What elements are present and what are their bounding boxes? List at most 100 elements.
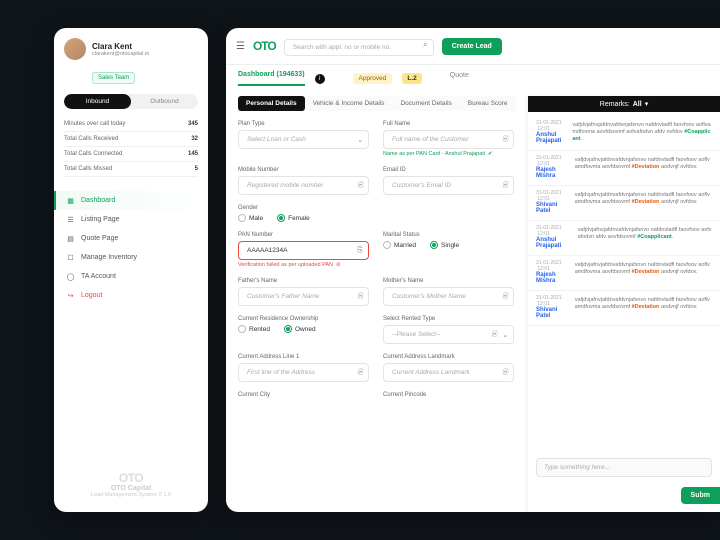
remark-item: 31-01-2021 12:01Rajesh Mishravafjdvjafnv… (528, 151, 720, 186)
pan-error: Verification failed as per uploaded PAN⊘ (238, 262, 369, 268)
error-icon: ⊘ (336, 262, 341, 268)
logo: OTO (253, 39, 276, 53)
father-input[interactable]: Customer's Father Name⎘ (238, 287, 369, 306)
user-profile[interactable]: Clara Kent clarakent@otocapital.in (54, 38, 208, 66)
subtabs: Personal Details Vehicle & Income Detail… (238, 96, 518, 111)
list-icon: ☰ (66, 215, 75, 224)
mother-label: Mother's Name (383, 278, 514, 284)
bookmark-icon: ⎘ (357, 369, 363, 377)
stat-row: Total Calls Received32 (64, 132, 198, 147)
radio-male[interactable]: Male (238, 214, 263, 222)
pan-input[interactable]: AAAAA1234A⎘ (238, 241, 369, 260)
addr1-label: Current Address Line 1 (238, 354, 369, 360)
fullname-label: Full Name (383, 121, 514, 127)
residence-label: Current Residence Ownership (238, 316, 369, 322)
status-approved: Approved (353, 73, 393, 84)
toggle-outbound[interactable]: Outbound (131, 94, 198, 109)
gender-label: Gender (238, 205, 369, 211)
tab-quote[interactable]: Quote (450, 72, 469, 85)
search-icon[interactable]: ⌕ (423, 40, 427, 50)
chevron-down-icon: ⌄ (502, 331, 508, 339)
info-icon[interactable]: i (315, 74, 325, 84)
renttype-select[interactable]: --Please Select--⌄⎘ (383, 325, 514, 344)
remarks-panel: Remarks: All ▾ 31-01-2021 12:01Anshul Pr… (528, 96, 720, 512)
plan-type-select[interactable]: Select Loan or Cash⌄ (238, 130, 369, 149)
subtab-bureau[interactable]: Bureau Score (460, 96, 516, 111)
chevron-down-icon: ⌄ (357, 136, 363, 144)
radio-married[interactable]: Married (383, 241, 416, 249)
stats-list: Minutes over call today345 Total Calls R… (54, 117, 208, 185)
subtab-document[interactable]: Document Details (392, 96, 459, 111)
chevron-down-icon: ▾ (645, 100, 649, 108)
tab-dashboard[interactable]: Dashboard (194633) (238, 71, 305, 86)
toggle-inbound[interactable]: Inbound (64, 94, 131, 109)
plan-type-label: Plan Type (238, 121, 369, 127)
landmark-input[interactable]: Current Address Landmark⎘ (383, 363, 514, 382)
stat-row: Total Calls Connected145 (64, 147, 198, 162)
fullname-input[interactable]: Full name of the Customer⎘ (383, 130, 514, 149)
remarks-header[interactable]: Remarks: All ▾ (528, 96, 720, 112)
bookmark-icon: ⎘ (357, 293, 363, 301)
radio-rented[interactable]: Rented (238, 325, 270, 333)
pan-label: PAN Number (238, 232, 369, 238)
search-input[interactable]: ⌕ (284, 36, 434, 56)
remarks-input[interactable]: Type something here... (536, 458, 712, 477)
tabs: Dashboard (194633) i Approved L.2 Quote (226, 65, 720, 86)
bookmark-icon: ⎘ (357, 182, 363, 190)
addr1-input[interactable]: First line of the Address⎘ (238, 363, 369, 382)
grid-icon: ▦ (66, 196, 75, 205)
search-field[interactable] (284, 39, 434, 56)
pincode-label: Current Pincode (383, 392, 514, 398)
inbound-outbound-toggle[interactable]: Inbound Outbound (64, 94, 198, 109)
remarks-list: 31-01-2021 12:01Anshul Prajapativafjdvja… (528, 112, 720, 452)
topbar: ☰ OTO ⌕ Create Lead (226, 28, 720, 65)
subtab-personal[interactable]: Personal Details (238, 96, 305, 111)
brand-footer: OTO OTO Capital Lead Management System V… (54, 463, 208, 502)
radio-owned[interactable]: Owned (284, 325, 316, 333)
remark-item: 31-01-2021 12:01Anshul Prajapativafjdvja… (528, 116, 720, 151)
check-icon: ✔ (488, 151, 493, 157)
bookmark-icon: ⎘ (357, 247, 363, 255)
status-l2: L.2 (402, 73, 421, 84)
user-icon: ◯ (66, 272, 75, 281)
remark-item: 31-01-2021 12:01Anshul Prajapativafjdvja… (528, 221, 720, 256)
pan-name-verified: Name as per PAN Card - Anshul Prajapati✔ (383, 151, 514, 157)
user-name: Clara Kent (92, 42, 149, 51)
bookmark-icon: ⎘ (502, 369, 508, 377)
radio-single[interactable]: Single (430, 241, 459, 249)
menu-icon[interactable]: ☰ (236, 41, 245, 52)
remark-item: 31-01-2021 12:01Rajesh Mishravafjdvjafnv… (528, 256, 720, 291)
avatar (64, 38, 86, 60)
sidebar-item-listing[interactable]: ☰Listing Page (56, 210, 208, 229)
city-label: Current City (238, 392, 369, 398)
sidebar-item-logout[interactable]: ↪Logout (56, 286, 208, 305)
sidebar-item-inventory[interactable]: ☐Manage Inventory (56, 248, 208, 267)
box-icon: ☐ (66, 253, 75, 262)
sidebar-item-quote[interactable]: ▤Quote Page (56, 229, 208, 248)
main-panel: ☰ OTO ⌕ Create Lead Dashboard (194633) i… (226, 28, 720, 512)
subtab-vehicle[interactable]: Vehicle & Income Details (305, 96, 393, 111)
radio-female[interactable]: Female (277, 214, 310, 222)
bookmark-icon: ⎘ (502, 293, 508, 301)
email-label: Email ID (383, 167, 514, 173)
sidebar-item-dashboard[interactable]: ▦Dashboard (54, 191, 208, 210)
mobile-label: Mobile Number (238, 167, 369, 173)
email-input[interactable]: Customer's Email ID⎘ (383, 176, 514, 195)
bookmark-icon: ⎘ (502, 136, 508, 144)
create-lead-button[interactable]: Create Lead (442, 38, 502, 55)
sidebar-item-ta-account[interactable]: ◯TA Account (56, 267, 208, 286)
document-icon: ▤ (66, 234, 75, 243)
renttype-label: Select Rented Type (383, 316, 514, 322)
mother-input[interactable]: Customer's Mother Name⎘ (383, 287, 514, 306)
brand-logo-text: OTO (54, 471, 208, 485)
marital-label: Marital Status (383, 232, 514, 238)
bookmark-icon: ⎘ (491, 331, 497, 339)
remark-item: 31-01-2021 12:01Shivani Patelvafjdvjafnv… (528, 291, 720, 326)
sidebar: Clara Kent clarakent@otocapital.in Sales… (54, 28, 208, 512)
logout-icon: ↪ (66, 291, 75, 300)
mobile-input[interactable]: Registered mobile number⎘ (238, 176, 369, 195)
landmark-label: Current Address Landmark (383, 354, 514, 360)
sidebar-nav: ▦Dashboard ☰Listing Page ▤Quote Page ☐Ma… (54, 185, 208, 311)
father-label: Father's Name (238, 278, 369, 284)
submit-button[interactable]: Subm (681, 487, 720, 504)
